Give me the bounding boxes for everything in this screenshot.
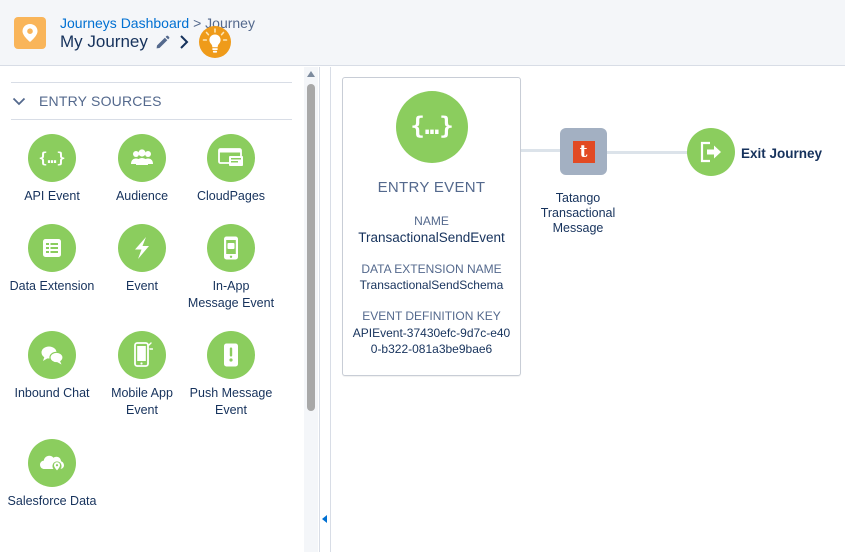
name-value: TransactionalSendEvent xyxy=(358,230,505,245)
breadcrumb-link-dashboard[interactable]: Journeys Dashboard xyxy=(60,15,189,31)
mobile-app-icon xyxy=(118,331,166,379)
entry-source-cloudpages[interactable]: CloudPages xyxy=(186,134,276,205)
in-app-message-icon xyxy=(207,224,255,272)
entry-event-card[interactable]: {…} ENTRY EVENT NAME TransactionalSendEv… xyxy=(342,77,521,376)
entry-source-push-message-event[interactable]: Push Message Event xyxy=(186,331,276,419)
panel-collapse-strip xyxy=(320,67,331,552)
scrollbar-thumb[interactable] xyxy=(307,84,315,411)
svg-text:{…}: {…} xyxy=(39,149,65,167)
api-braces-icon: {…} xyxy=(395,91,468,163)
entry-source-label: In-App Message Event xyxy=(187,279,275,310)
entry-source-label: CloudPages xyxy=(196,189,266,203)
section-title: ENTRY SOURCES xyxy=(39,93,162,109)
page-title: My Journey xyxy=(60,32,148,51)
audience-icon xyxy=(118,134,166,182)
entry-source-label: Salesforce Data xyxy=(7,494,97,508)
tatango-activity[interactable]: t xyxy=(560,128,607,175)
pencil-edit-icon[interactable] xyxy=(155,34,171,50)
entry-source-label: API Event xyxy=(24,189,80,203)
exit-journey-label: Exit Journey xyxy=(741,146,823,161)
chevron-down-icon xyxy=(12,94,30,108)
data-extension-name-value: TransactionalSendSchema xyxy=(359,278,504,292)
svg-text:{…}: {…} xyxy=(410,112,453,140)
api-braces-icon: {…} xyxy=(28,134,76,182)
event-definition-key-value: APIEvent-37430efc-9d7c-e400-b322-081a3be… xyxy=(352,326,511,356)
exit-door-icon xyxy=(700,141,721,163)
path-connector xyxy=(521,149,561,152)
entry-sources-panel: ENTRY SOURCES {…} API Event Audience Clo… xyxy=(0,67,320,552)
event-lightning-icon xyxy=(118,224,166,272)
event-definition-key-label: EVENT DEFINITION KEY xyxy=(362,309,501,323)
entry-sources-section-toggle[interactable]: ENTRY SOURCES xyxy=(11,82,292,120)
entry-source-event[interactable]: Event xyxy=(97,224,187,295)
entry-source-mobile-app-event[interactable]: Mobile App Event xyxy=(97,331,187,419)
title-row: My Journey xyxy=(60,30,193,54)
collapse-left-arrow-icon[interactable] xyxy=(322,515,327,523)
app-header: Journeys Dashboard > Journey My Journey xyxy=(0,0,845,66)
entry-source-label: Data Extension xyxy=(9,279,95,293)
lightbulb-icon[interactable] xyxy=(199,26,231,58)
entry-source-label: Push Message Event xyxy=(189,386,273,417)
map-pin-icon xyxy=(14,17,46,49)
data-extension-name-label: DATA EXTENSION NAME xyxy=(361,262,502,276)
data-extension-icon xyxy=(28,224,76,272)
sidebar-scrollbar[interactable] xyxy=(304,67,318,552)
entry-source-data-extension[interactable]: Data Extension xyxy=(7,224,97,295)
journey-canvas: {…} ENTRY EVENT NAME TransactionalSendEv… xyxy=(332,67,845,552)
entry-source-api-event[interactable]: {…} API Event xyxy=(7,134,97,205)
scroll-up-arrow-icon[interactable] xyxy=(307,71,315,77)
salesforce-cloud-icon xyxy=(28,439,76,487)
entry-source-in-app-message-event[interactable]: In-App Message Event xyxy=(186,224,276,312)
exit-journey-node[interactable] xyxy=(687,128,735,176)
tatango-logo-letter: t xyxy=(579,141,588,162)
entry-source-inbound-chat[interactable]: Inbound Chat xyxy=(7,331,97,402)
entry-source-label: Mobile App Event xyxy=(111,386,173,417)
tatango-logo-icon: t xyxy=(572,140,595,163)
chevron-right-icon[interactable] xyxy=(179,34,193,50)
entry-source-label: Event xyxy=(126,279,158,293)
entry-source-audience[interactable]: Audience xyxy=(97,134,187,205)
entry-source-label: Audience xyxy=(115,189,169,203)
push-message-icon xyxy=(207,331,255,379)
path-connector xyxy=(607,151,688,154)
entry-event-heading: ENTRY EVENT xyxy=(377,179,486,196)
chat-bubbles-icon xyxy=(28,331,76,379)
entry-source-salesforce-data[interactable]: Salesforce Data xyxy=(7,439,97,510)
activity-label: Tatango Transactional Message xyxy=(540,191,616,235)
name-label: NAME xyxy=(414,214,449,228)
cloudpages-icon xyxy=(207,134,255,182)
entry-source-label: Inbound Chat xyxy=(14,386,90,400)
